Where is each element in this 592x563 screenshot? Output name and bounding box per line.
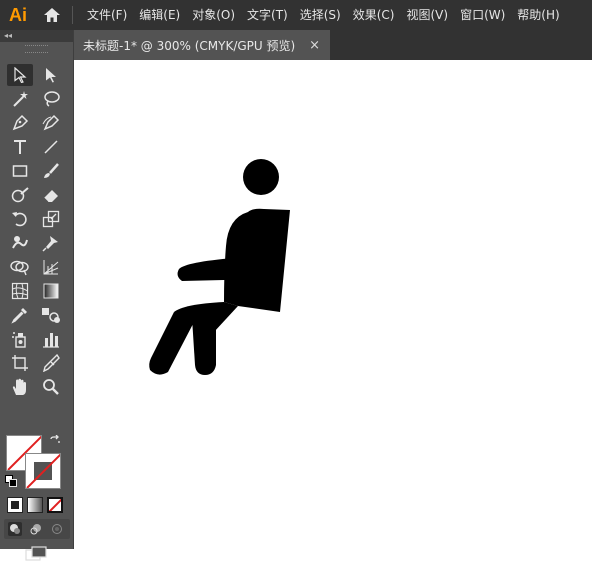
screen-mode-icon[interactable] bbox=[24, 545, 48, 563]
shape-builder-tool-icon[interactable] bbox=[7, 256, 33, 278]
gradient-tool-icon[interactable] bbox=[38, 280, 64, 302]
figure-back-leg[interactable] bbox=[149, 312, 194, 375]
slice-tool-icon[interactable] bbox=[38, 352, 64, 374]
menu-file[interactable]: 文件(F) bbox=[81, 0, 133, 30]
scale-tool-icon[interactable] bbox=[38, 208, 64, 230]
artboard-tool-icon[interactable] bbox=[7, 352, 33, 374]
eyedropper-tool-icon[interactable] bbox=[7, 304, 33, 326]
menu-object[interactable]: 对象(O) bbox=[186, 0, 241, 30]
menu-select[interactable]: 选择(S) bbox=[294, 0, 347, 30]
menu-view[interactable]: 视图(V) bbox=[400, 0, 454, 30]
artboard-canvas[interactable] bbox=[74, 60, 592, 549]
toolbar-grip[interactable] bbox=[25, 45, 48, 53]
column-graph-tool-icon[interactable] bbox=[38, 328, 64, 350]
illustrator-window: Ai 文件(F) 编辑(E) 对象(O) 文字(T) 选择(S) 效果(C) 视… bbox=[0, 0, 592, 561]
draw-behind-icon[interactable] bbox=[29, 522, 43, 536]
zoom-tool-icon[interactable] bbox=[38, 376, 64, 398]
rotate-tool-icon[interactable] bbox=[7, 208, 33, 230]
line-segment-tool-icon[interactable] bbox=[38, 136, 64, 158]
none-slash-icon bbox=[26, 454, 60, 488]
direct-selection-tool-icon[interactable] bbox=[38, 64, 64, 86]
eraser-tool-icon[interactable] bbox=[38, 184, 64, 206]
gradient-mode-button[interactable] bbox=[27, 497, 43, 513]
figure-front-leg[interactable] bbox=[192, 308, 216, 375]
none-slash-icon bbox=[49, 499, 61, 511]
document-tab[interactable]: 未标题-1* @ 300% (CMYK/GPU 预览) × bbox=[74, 30, 330, 60]
menu-help[interactable]: 帮助(H) bbox=[511, 0, 565, 30]
none-mode-button[interactable] bbox=[47, 497, 63, 513]
figure-head[interactable] bbox=[243, 159, 279, 195]
menu-edit[interactable]: 编辑(E) bbox=[133, 0, 186, 30]
shaper-tool-icon[interactable] bbox=[7, 184, 33, 206]
toolbar-collapse-button[interactable]: ◂◂ bbox=[0, 30, 73, 42]
tools-panel: ◂◂ bbox=[0, 30, 74, 561]
paintbrush-tool-icon[interactable] bbox=[38, 160, 64, 182]
default-fill-stroke-icon[interactable] bbox=[4, 474, 18, 488]
puppet-warp-tool-icon[interactable] bbox=[38, 232, 64, 254]
figure-arm[interactable] bbox=[177, 256, 244, 281]
hand-tool-icon[interactable] bbox=[7, 376, 33, 398]
color-mode-icon bbox=[11, 501, 19, 509]
menu-window[interactable]: 窗口(W) bbox=[454, 0, 511, 30]
magic-wand-tool-icon[interactable] bbox=[7, 88, 33, 110]
menu-effect[interactable]: 效果(C) bbox=[347, 0, 401, 30]
menu-type[interactable]: 文字(T) bbox=[241, 0, 294, 30]
color-mode-button[interactable] bbox=[7, 497, 23, 513]
curvature-tool-icon[interactable] bbox=[38, 112, 64, 134]
document-tab-title: 未标题-1* @ 300% (CMYK/GPU 预览) bbox=[83, 38, 296, 53]
draw-normal-icon[interactable] bbox=[8, 522, 22, 536]
lasso-tool-icon[interactable] bbox=[38, 88, 64, 110]
symbol-sprayer-tool-icon[interactable] bbox=[7, 328, 33, 350]
sitting-person-artwork[interactable] bbox=[74, 60, 592, 549]
draw-inside-icon[interactable] bbox=[50, 522, 64, 536]
menu-bar: Ai 文件(F) 编辑(E) 对象(O) 文字(T) 选择(S) 效果(C) 视… bbox=[0, 0, 592, 30]
document-tab-strip: 未标题-1* @ 300% (CMYK/GPU 预览) × bbox=[74, 30, 592, 60]
app-logo: Ai bbox=[9, 4, 27, 25]
close-icon[interactable]: × bbox=[309, 38, 320, 53]
menu-separator bbox=[72, 6, 73, 24]
pen-tool-icon[interactable] bbox=[7, 112, 33, 134]
swap-fill-stroke-icon[interactable] bbox=[48, 434, 62, 448]
warp-tool-icon[interactable] bbox=[7, 232, 33, 254]
mesh-tool-icon[interactable] bbox=[7, 280, 33, 302]
draw-modes bbox=[4, 519, 70, 539]
selection-tool-icon[interactable] bbox=[7, 64, 33, 86]
rectangle-tool-icon[interactable] bbox=[7, 160, 33, 182]
stroke-swatch[interactable] bbox=[25, 453, 61, 489]
home-icon[interactable] bbox=[36, 0, 68, 30]
blend-tool-icon[interactable] bbox=[38, 304, 64, 326]
perspective-grid-tool-icon[interactable] bbox=[38, 256, 64, 278]
type-tool-icon[interactable] bbox=[7, 136, 33, 158]
